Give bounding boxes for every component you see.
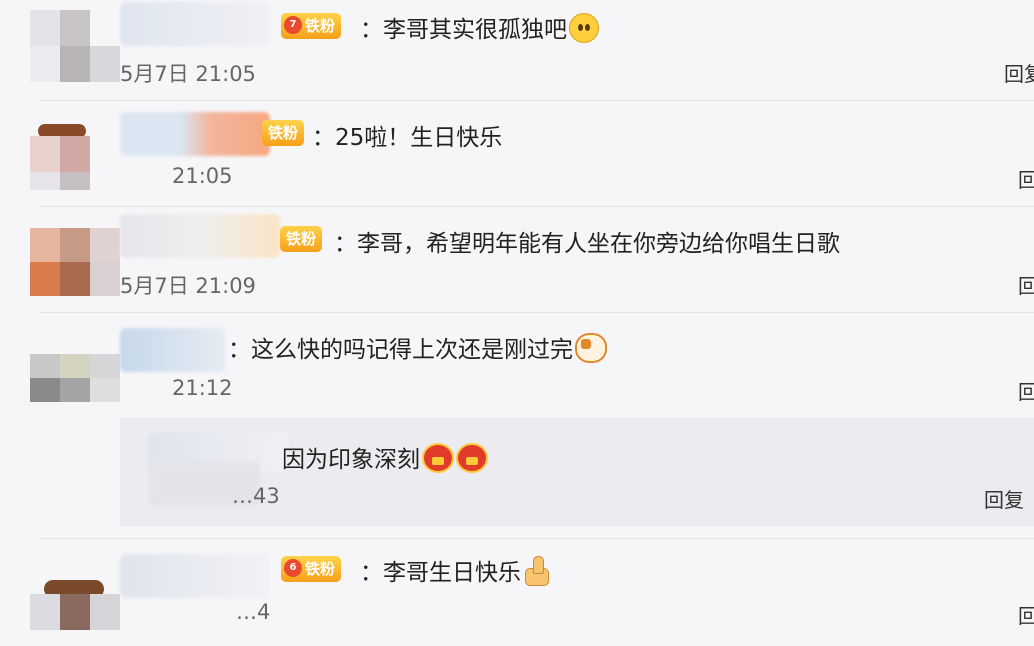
- comment-text: ：李哥，希望明年能有人坐在你旁边给你唱生日歌: [334, 231, 840, 257]
- comment-item: 7 铁粉 ：李哥其实很孤独吧 5月7日 21:05 回复: [0, 0, 1034, 98]
- comment-text-content: 这么快的吗记得上次还是刚过完: [251, 337, 573, 363]
- comment-text: ：这么快的吗记得上次还是刚过完: [228, 330, 607, 364]
- username-blurred[interactable]: [120, 2, 270, 46]
- sub-reply: 因为印象深刻 …43 回复: [120, 418, 1034, 526]
- comment-text: ：25啦！生日快乐: [312, 125, 503, 151]
- heart-icon: 7: [284, 16, 302, 34]
- sub-reply-text: 因为印象深刻: [282, 440, 488, 474]
- comment-text-content: 李哥，希望明年能有人坐在你旁边给你唱生日歌: [357, 231, 840, 257]
- thumbs-up-icon: [523, 556, 549, 586]
- fan-badge-label: 铁粉: [305, 17, 336, 35]
- fan-badge: 7 铁粉: [281, 13, 342, 39]
- username-blurred[interactable]: [120, 328, 226, 372]
- comment-item: 铁粉 ：25啦！生日快乐 21:05 回复: [0, 100, 1034, 206]
- reply-button[interactable]: 回复: [1018, 600, 1034, 629]
- comment-text: ：李哥生日快乐: [360, 553, 549, 587]
- comment-text-content: 李哥生日快乐: [383, 560, 521, 586]
- pleading-face-icon: [569, 13, 599, 43]
- money-face-icon: [456, 443, 488, 473]
- timestamp: 5月7日 21:09: [120, 274, 256, 298]
- username-blurred[interactable]: [120, 112, 270, 156]
- fan-badge-label: 铁粉: [305, 560, 336, 578]
- comment-item: 铁粉 ：李哥，希望明年能有人坐在你旁边给你唱生日歌 5月7日 21:09 回复: [0, 206, 1034, 312]
- timestamp: 5月7日 21:05: [120, 62, 256, 86]
- cat-face-icon: [575, 333, 607, 363]
- heart-icon: 6: [284, 559, 302, 577]
- timestamp: …43: [232, 484, 280, 508]
- divider: [40, 538, 1034, 539]
- reply-button[interactable]: 回复: [1018, 270, 1034, 299]
- comment-text-content: 25啦！生日快乐: [335, 125, 503, 151]
- timestamp: 21:12: [172, 376, 233, 400]
- timestamp: …4: [236, 600, 271, 624]
- avatar[interactable]: [30, 330, 120, 402]
- avatar[interactable]: [30, 558, 120, 630]
- fan-badge-label: 铁粉: [286, 230, 317, 248]
- avatar[interactable]: [30, 224, 120, 296]
- comment-item: ：这么快的吗记得上次还是刚过完 21:12 回复: [0, 312, 1034, 418]
- reply-button[interactable]: 回复: [1018, 376, 1034, 405]
- avatar[interactable]: [30, 10, 120, 82]
- avatar[interactable]: [30, 118, 120, 190]
- fan-badge-label: 铁粉: [268, 124, 299, 142]
- comment-text: ：李哥其实很孤独吧: [360, 10, 599, 44]
- comment-text-content: 李哥其实很孤独吧: [383, 17, 567, 43]
- fan-badge: 6 铁粉: [281, 556, 342, 582]
- fan-badge: 铁粉: [280, 226, 323, 252]
- comment-item: 6 铁粉 ：李哥生日快乐 …4 回复: [0, 540, 1034, 646]
- fan-badge: 铁粉: [262, 120, 305, 146]
- timestamp: 21:05: [172, 164, 233, 188]
- sub-reply-text-content: 因为印象深刻: [282, 447, 420, 473]
- reply-button[interactable]: 回复: [1004, 58, 1034, 87]
- username-blurred[interactable]: [120, 214, 280, 258]
- reply-button[interactable]: 回复: [984, 484, 1024, 513]
- username-blurred[interactable]: [120, 554, 270, 598]
- money-face-icon: [422, 443, 454, 473]
- reply-button[interactable]: 回复: [1018, 164, 1034, 193]
